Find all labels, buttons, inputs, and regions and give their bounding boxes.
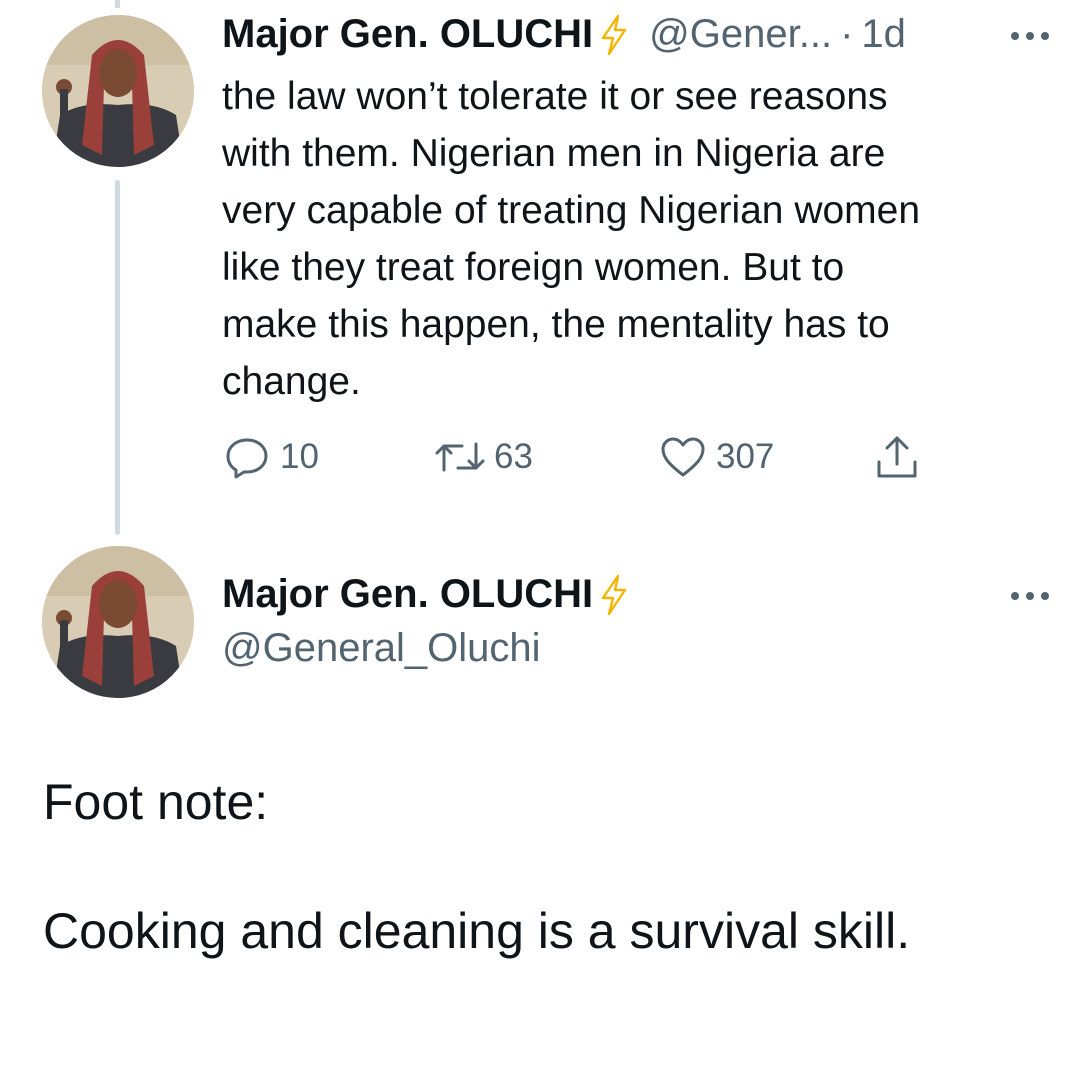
avatar[interactable]: [42, 546, 194, 698]
more-options-icon[interactable]: [1008, 29, 1052, 43]
retweet-icon: [434, 432, 486, 482]
avatar[interactable]: [42, 15, 194, 167]
thread-line-top: [115, 0, 120, 8]
timestamp[interactable]: 1d: [861, 12, 906, 57]
tweet-header: Major Gen. OLUCHI: [222, 572, 629, 617]
foot-note-text: Foot note:: [43, 774, 269, 830]
lightning-bolt-icon: [599, 14, 629, 56]
reply-count: 10: [280, 437, 319, 476]
handle[interactable]: @General_Oluchi: [222, 626, 541, 671]
like-button[interactable]: 307: [658, 432, 774, 482]
more-options-icon[interactable]: [1008, 589, 1052, 603]
reply-button[interactable]: 10: [222, 432, 319, 482]
avatar-image: [42, 546, 194, 698]
display-name[interactable]: Major Gen. OLUCHI: [222, 12, 593, 57]
display-name[interactable]: Major Gen. OLUCHI: [222, 572, 593, 617]
avatar-image: [42, 15, 194, 167]
handle[interactable]: @Gener...: [649, 12, 832, 57]
share-icon: [874, 432, 920, 482]
share-button[interactable]: [874, 432, 920, 482]
retweet-count: 63: [494, 437, 533, 476]
thread-connector-line: [115, 180, 120, 535]
lightning-bolt-icon: [599, 574, 629, 616]
like-count: 307: [716, 437, 775, 476]
reply-icon: [222, 432, 272, 482]
tweet-actions: 10 63 307: [222, 432, 942, 482]
tweet-text: Cooking and cleaning is a survival skill…: [43, 903, 911, 959]
tweet-header: Major Gen. OLUCHI @Gener... · 1d: [222, 12, 906, 57]
retweet-button[interactable]: 63: [434, 432, 533, 482]
tweet-text: the law won’t tolerate it or see reasons…: [222, 75, 921, 403]
heart-icon: [658, 432, 708, 482]
separator: ·: [840, 12, 854, 56]
